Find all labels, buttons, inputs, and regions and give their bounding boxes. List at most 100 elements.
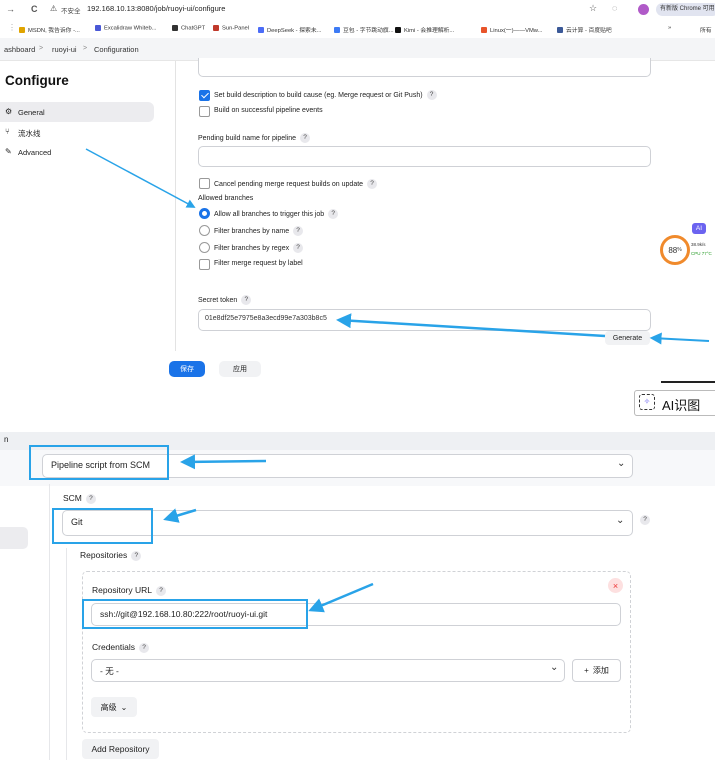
- help-icon[interactable]: ?: [131, 550, 142, 561]
- advanced-label: 高级: [100, 702, 117, 712]
- cancel-pending-label: Cancel pending merge request builds on u…: [214, 179, 378, 189]
- help-icon[interactable]: ?: [241, 295, 252, 305]
- bookmark-favicon-icon: [334, 27, 340, 34]
- allow-all-branches-radio[interactable]: [199, 208, 210, 219]
- address-bar-url[interactable]: 192.168.10.13:8080/job/ruoyi-ui/configur…: [87, 4, 225, 13]
- sidebar-item-pipeline[interactable]: ⑂ 流水线: [0, 125, 154, 141]
- secret-token-value: 01e8df25e7975e8a3ecd99e7a303b8c5: [205, 315, 327, 322]
- bookmark-item[interactable]: 所有: [700, 25, 712, 34]
- bookmark-label: Excalidraw Whiteb...: [104, 25, 157, 32]
- allow-all-branches-label: Allow all branches to trigger this job?: [214, 209, 339, 219]
- bookmark-label: Kimi - 会推理解析...: [404, 28, 455, 34]
- help-icon[interactable]: ?: [293, 243, 304, 253]
- set-description-label: Set build description to build cause (eg…: [214, 90, 437, 100]
- repository-url-label: Repository URL?: [92, 585, 166, 596]
- wrench-icon: ✎: [5, 147, 12, 156]
- chevron-down-icon: ⌄: [616, 515, 625, 526]
- repository-url-highlight: [82, 599, 308, 629]
- sidebar-item-advanced[interactable]: ✎ Advanced: [0, 145, 154, 161]
- help-icon[interactable]: ?: [156, 585, 166, 596]
- bookmark-label: ChatGPT: [181, 25, 206, 32]
- bookmark-item[interactable]: 豆包 - 字节跳动旗...: [334, 25, 394, 34]
- sidebar-item-label: Advanced: [18, 148, 52, 157]
- divider-line: [661, 381, 715, 383]
- breadcrumb-dashboard[interactable]: ashboard: [4, 45, 35, 54]
- build-on-success-checkbox[interactable]: [199, 106, 210, 117]
- help-icon[interactable]: ?: [293, 226, 304, 236]
- breadcrumb-job[interactable]: ruoyi-ui: [52, 45, 77, 54]
- chevron-down-icon: ⌄: [550, 662, 559, 673]
- bookmark-item[interactable]: Sun-Panel: [213, 25, 249, 32]
- generate-button[interactable]: Generate: [605, 331, 650, 345]
- warning-icon: ⚠: [50, 4, 58, 13]
- secret-token-input[interactable]: 01e8df25e7975e8a3ecd99e7a303b8c5: [198, 309, 651, 331]
- bookmark-favicon-icon: [19, 27, 25, 34]
- bookmark-item[interactable]: Excalidraw Whiteb...: [95, 25, 157, 32]
- bookmark-item[interactable]: Linux(一)——VMw...: [481, 25, 543, 34]
- profile-avatar[interactable]: [638, 4, 649, 15]
- star-icon[interactable]: ☆: [589, 3, 597, 14]
- filter-by-name-label: Filter branches by name?: [214, 226, 304, 236]
- back-icon[interactable]: →: [6, 4, 15, 14]
- bookmark-label: Linux(一)——VMw...: [490, 28, 543, 34]
- help-icon[interactable]: ?: [139, 642, 149, 653]
- add-credentials-label: 添加: [592, 666, 609, 675]
- scm-indent-line: [49, 484, 50, 760]
- save-button[interactable]: 保存: [169, 361, 205, 377]
- help-icon[interactable]: ?: [367, 179, 378, 189]
- credentials-select[interactable]: - 无 - ⌄: [91, 659, 565, 682]
- ai-recognize-label: AI识图: [662, 398, 701, 413]
- apply-button[interactable]: 应用: [219, 361, 261, 377]
- help-icon[interactable]: ?: [300, 133, 311, 143]
- bookmark-label: Sun-Panel: [222, 25, 250, 32]
- filter-by-regex-radio[interactable]: [199, 242, 210, 253]
- chevron-down-icon: ⌄: [120, 702, 128, 712]
- reload-icon[interactable]: C: [31, 4, 38, 14]
- security-label[interactable]: 不安全: [61, 5, 81, 15]
- bookmark-item[interactable]: »: [668, 25, 671, 31]
- set-description-checkbox[interactable]: [199, 90, 210, 101]
- update-notice[interactable]: 有新版 Chrome 可用: [656, 3, 715, 16]
- extensions-icon[interactable]: ◌: [612, 3, 617, 13]
- help-icon[interactable]: ?: [85, 493, 96, 504]
- bookmark-label: 豆包 - 字节跳动旗...: [343, 28, 394, 34]
- pipeline-icon: ⑂: [5, 127, 10, 136]
- bookmark-item[interactable]: ChatGPT: [172, 25, 205, 32]
- bookmark-item[interactable]: Kimi - 会推理解析...: [395, 25, 454, 34]
- scm-label: SCM?: [63, 493, 96, 504]
- filter-by-regex-label: Filter branches by regex?: [214, 243, 304, 253]
- bookmark-favicon-icon: [258, 27, 264, 34]
- breadcrumb-sep: >: [39, 45, 44, 52]
- sidebar-item-general[interactable]: ⚙ General: [0, 102, 154, 122]
- filter-by-name-radio[interactable]: [199, 225, 210, 236]
- advanced-button[interactable]: 高级 ⌄: [91, 697, 137, 717]
- help-icon[interactable]: ?: [640, 515, 650, 525]
- bookmark-item[interactable]: DeepSeek - 探索未...: [258, 25, 321, 34]
- help-icon[interactable]: ?: [426, 90, 437, 100]
- scm-left-tab: [0, 527, 28, 549]
- bookmark-item[interactable]: MSDN, 我告诉你 -...: [19, 25, 80, 34]
- sidebar-item-label: 流水线: [18, 129, 41, 138]
- build-on-success-label: Build on successful pipeline events: [214, 107, 323, 114]
- cpu-gauge[interactable]: 88%: [660, 235, 690, 265]
- help-icon[interactable]: ?: [328, 209, 339, 219]
- bookmark-favicon-icon: [557, 27, 563, 34]
- add-credentials-button[interactable]: + 添加: [572, 659, 621, 682]
- ai-recognize-button[interactable]: ✧ AI识图: [634, 390, 715, 416]
- bookmark-label: DeepSeek - 探索未...: [267, 28, 322, 34]
- sidebar-item-label: General: [18, 108, 45, 117]
- bookmark-item[interactable]: 云计算 - 百度贴吧: [557, 25, 612, 34]
- net-speed: 38.9k/s: [691, 242, 706, 247]
- previous-text-field[interactable]: [198, 58, 651, 77]
- filter-mr-label-checkbox[interactable]: [199, 259, 210, 270]
- remove-repository-button[interactable]: ×: [608, 578, 623, 593]
- breadcrumb-configuration[interactable]: Configuration: [94, 45, 139, 54]
- ai-badge[interactable]: AI: [692, 223, 706, 234]
- breadcrumb-sep: >: [83, 45, 88, 52]
- pending-build-name-input[interactable]: [198, 146, 651, 167]
- add-repository-button[interactable]: Add Repository: [82, 739, 159, 759]
- page-title: Configure: [5, 73, 69, 88]
- cancel-pending-checkbox[interactable]: [199, 178, 210, 189]
- cpu-temperature: CPU 77°C: [691, 251, 712, 256]
- repositories-label: Repositories?: [80, 550, 142, 561]
